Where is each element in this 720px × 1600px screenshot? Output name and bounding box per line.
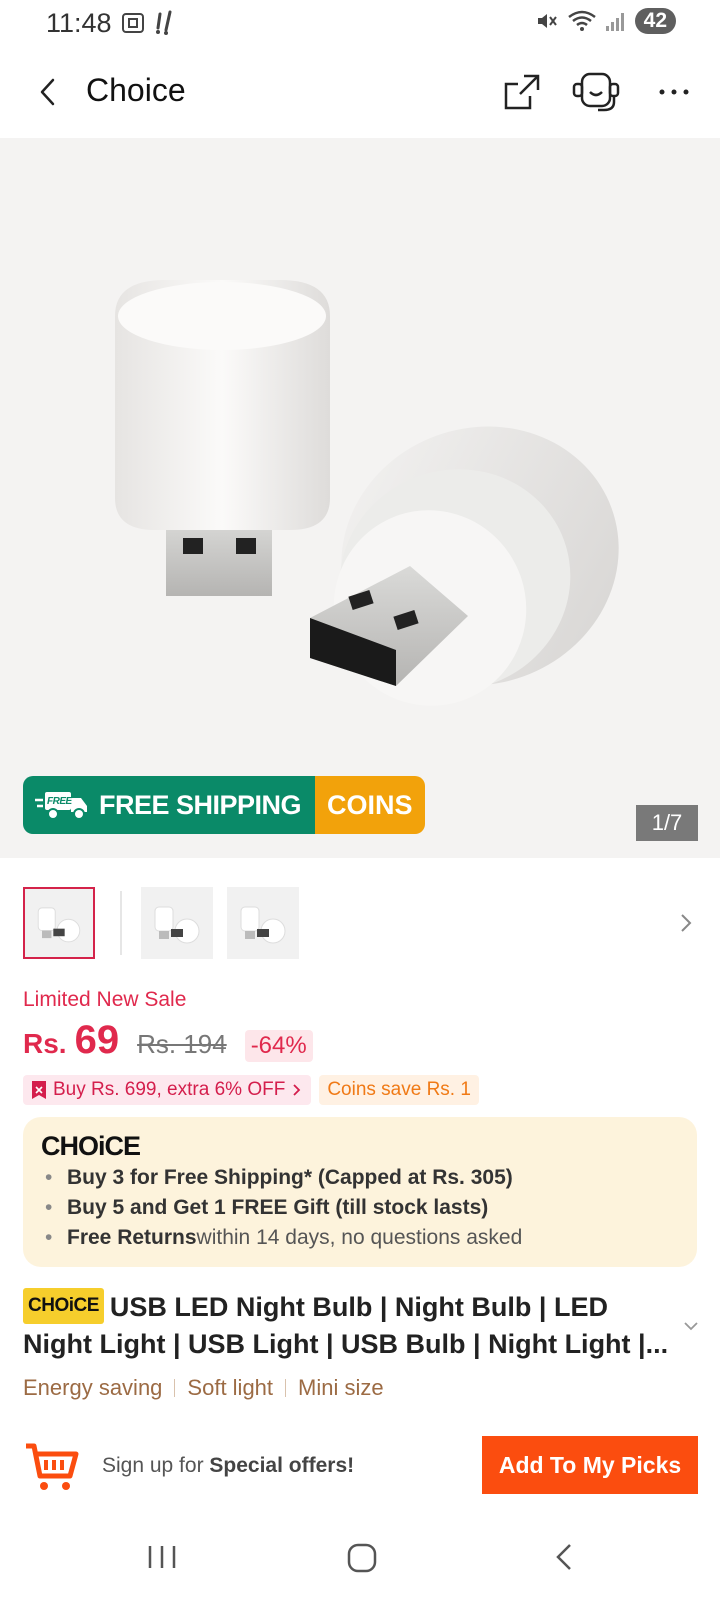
add-to-my-picks-button[interactable]: Add To My Picks <box>482 1436 698 1494</box>
chevron-right-icon[interactable] <box>676 909 698 937</box>
signup-prompt[interactable]: Sign up for Special offers! <box>102 1454 354 1478</box>
choice-logo: CHOiCE <box>41 1131 141 1161</box>
product-image[interactable] <box>0 138 720 858</box>
promo-row: Buy Rs. 699, extra 6% OFF Coins save Rs.… <box>23 1075 479 1105</box>
thumbnail-1[interactable] <box>23 887 95 959</box>
battery-indicator: 42 <box>634 8 676 34</box>
home-icon[interactable] <box>346 1542 378 1574</box>
thumbnail-2[interactable] <box>141 887 213 959</box>
svg-text:FREE: FREE <box>47 796 73 807</box>
mute-icon <box>537 14 557 28</box>
more-icon[interactable] <box>652 70 696 114</box>
product-title-block[interactable]: CHOiCE USB LED Night Bulb | Night Bulb | … <box>23 1287 673 1361</box>
screenshot-icon <box>122 13 144 33</box>
choice-benefit-list: • Buy 3 for Free Shipping* (Capped at Rs.… <box>45 1163 522 1253</box>
price-currency: Rs. <box>23 1028 67 1059</box>
thumbnail-3[interactable] <box>227 887 299 959</box>
status-bar: 11:48 42 <box>0 0 720 48</box>
thumbnail-strip <box>0 885 720 961</box>
sale-price: 69 <box>74 1018 120 1062</box>
benefit-item: • Free Returns within 14 days, no questio… <box>45 1226 523 1249</box>
product-title: USB LED Night Bulb | Night Bulb | LED Ni… <box>23 1292 669 1359</box>
tag-item: Mini size <box>298 1375 384 1400</box>
image-counter: 1/7 <box>636 805 698 841</box>
price-row: Rs. 69 Rs. 194 -64% <box>23 1018 313 1063</box>
choice-benefits-box[interactable]: CHOiCE • Buy 3 for Free Shipping* (Capped… <box>23 1117 697 1267</box>
free-shipping-label: FREE SHIPPING <box>99 789 302 820</box>
sale-label: Limited New Sale <box>23 988 187 1011</box>
discount-badge: -64% <box>244 1030 313 1062</box>
wifi-icon <box>567 10 596 31</box>
coins-label: COINS <box>327 789 413 820</box>
share-icon[interactable] <box>500 70 544 114</box>
coins-tag-label: Coins save Rs. 1 <box>327 1079 471 1100</box>
coupon-icon <box>32 1081 46 1099</box>
signal-icon <box>605 13 624 31</box>
benefit-item: • Buy 5 and Get 1 FREE Gift (till stock l… <box>45 1196 489 1219</box>
chevron-right-icon <box>293 1084 301 1096</box>
status-time: 11:48 <box>46 8 112 38</box>
tag-item: Soft light <box>187 1375 274 1400</box>
promo-tag[interactable]: Buy Rs. 699, extra 6% OFF <box>23 1075 312 1105</box>
app-header: Choice <box>0 56 720 136</box>
benefit-item: • Buy 3 for Free Shipping* (Capped at Rs.… <box>45 1166 513 1189</box>
chevron-down-icon[interactable] <box>680 1315 702 1337</box>
delivery-truck-icon: FREE <box>35 792 87 820</box>
system-nav-bar <box>0 1520 720 1600</box>
tag-item: Energy saving <box>23 1375 163 1400</box>
choice-badge: CHOiCE <box>23 1287 104 1324</box>
original-price: Rs. 194 <box>137 1029 227 1059</box>
page-title: Choice <box>86 72 186 108</box>
back-icon[interactable] <box>26 70 70 114</box>
support-icon[interactable] <box>570 68 622 116</box>
coins-tag: Coins save Rs. 1 <box>319 1075 479 1105</box>
free-shipping-banner[interactable]: FREE FREE SHIPPING COINS <box>23 776 425 834</box>
usb-light-illustration <box>115 280 619 706</box>
bottom-bar: Sign up for Special offers! Add To My Pi… <box>0 1432 720 1506</box>
nav-back-icon[interactable] <box>550 1540 580 1574</box>
notification-icon <box>156 10 172 35</box>
recent-apps-icon[interactable] <box>147 1542 177 1572</box>
cart-icon[interactable] <box>22 1436 80 1494</box>
promo-tag-label: Buy Rs. 699, extra 6% OFF <box>53 1079 286 1100</box>
product-tags: Energy saving Soft light Mini size <box>23 1375 384 1401</box>
